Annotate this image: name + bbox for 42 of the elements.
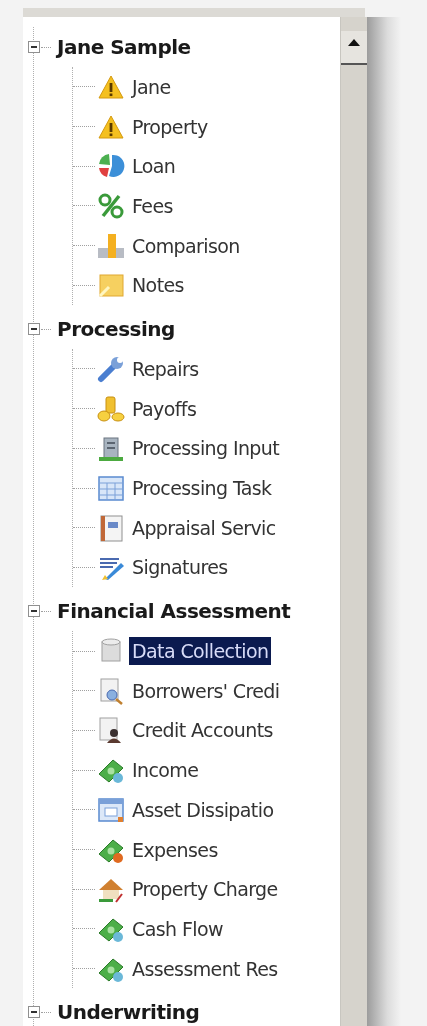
tree-item[interactable]: Payoffs <box>129 394 200 423</box>
tree-item[interactable]: Property Charge <box>129 875 281 904</box>
wrench-icon <box>97 354 125 383</box>
percent-icon <box>97 191 125 220</box>
coins-icon <box>97 394 125 423</box>
tree-item[interactable]: Assessment Res <box>129 954 281 983</box>
scrollbar[interactable] <box>340 17 367 1026</box>
calendar-icon <box>97 795 125 824</box>
collapse-toggle[interactable] <box>28 605 40 618</box>
tree-item[interactable]: Cash Flow <box>129 914 226 943</box>
tree-item[interactable]: Borrowers' Credi <box>129 676 283 705</box>
bar-chart-icon <box>97 231 125 260</box>
tree-item[interactable]: Fees <box>129 191 176 220</box>
tree-group-label[interactable]: Jane Sample <box>57 35 191 59</box>
tree-item[interactable]: Processing Input <box>129 434 283 463</box>
scroll-up-button[interactable] <box>341 31 367 65</box>
tree-item[interactable]: Processing Task <box>129 474 275 503</box>
tree-item[interactable]: Appraisal Servic <box>129 513 279 542</box>
tree-group-label[interactable]: Underwriting <box>57 1000 200 1025</box>
collapse-toggle[interactable] <box>28 41 40 53</box>
tree-item[interactable]: Expenses <box>129 835 221 864</box>
tree-group-label[interactable]: Processing <box>57 317 175 342</box>
tree-item[interactable]: Data Collection <box>129 637 272 666</box>
up-arrow-icon <box>348 39 360 46</box>
tree-item[interactable]: Jane <box>129 72 174 101</box>
tree-item[interactable]: Repairs <box>129 354 202 383</box>
tree-item[interactable]: Asset Dissipatio <box>129 795 277 824</box>
tree-group-label[interactable]: Financial Assessment <box>57 599 291 624</box>
document-icon <box>97 676 125 705</box>
tree-item[interactable]: Loan <box>129 152 179 181</box>
tree-item[interactable]: Signatures <box>129 553 231 582</box>
tree-item[interactable]: Comparison <box>129 231 243 260</box>
tree-item[interactable]: Property <box>129 112 211 141</box>
table-icon <box>97 474 125 503</box>
collapse-toggle[interactable] <box>28 1006 40 1019</box>
note-icon <box>97 271 125 300</box>
building-icon <box>97 434 125 463</box>
tree-item[interactable]: Notes <box>129 271 187 300</box>
book-icon <box>97 513 125 542</box>
collapse-toggle[interactable] <box>28 323 40 336</box>
tree-item[interactable]: Income <box>129 756 202 785</box>
tree-item[interactable]: Credit Accounts <box>129 716 276 745</box>
